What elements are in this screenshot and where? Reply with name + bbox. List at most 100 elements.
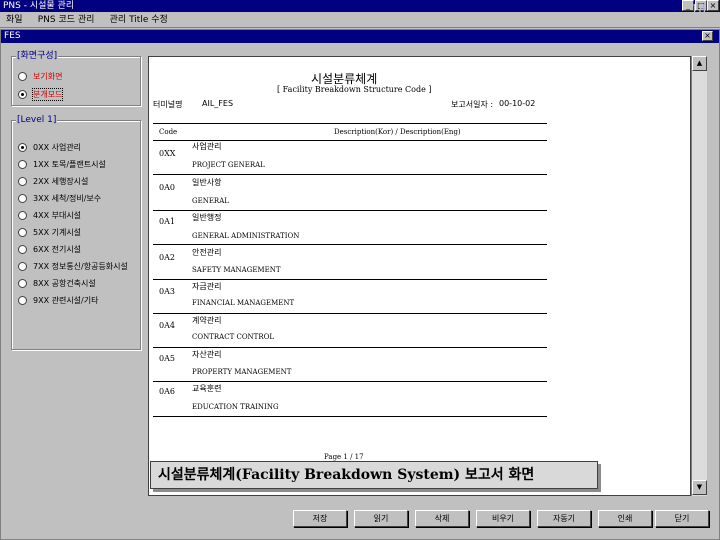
row-kor: 자산관리	[192, 350, 222, 359]
level-option[interactable]: 8XX 공항건축시설	[18, 276, 96, 290]
print-button[interactable]: 인쇄	[598, 510, 652, 527]
report-date-value: 00-10-02	[499, 99, 536, 108]
menu-file[interactable]: 화일	[0, 12, 29, 28]
radio-button[interactable]	[18, 261, 27, 271]
radio-view-mode[interactable]: 보기화면	[18, 69, 62, 83]
radio-label: 9XX 관련시설/기타	[33, 295, 99, 305]
app-title: PNS - 시설물 관리	[3, 1, 75, 11]
level-option[interactable]: 9XX 관련시설/기타	[18, 293, 98, 307]
radio-button[interactable]	[18, 142, 27, 152]
terminal-label: 터미널명	[153, 100, 183, 109]
screen-config-label: [화면구성]	[16, 50, 59, 62]
row-code: 0A4	[159, 321, 175, 330]
screen-config-group: [화면구성] 보기화면 분개모드	[11, 50, 141, 106]
level-option[interactable]: 1XX 토목/플랜트시설	[18, 157, 106, 171]
radio-button[interactable]	[18, 210, 27, 220]
terminal-value: AIL_FES	[202, 99, 234, 108]
radio-button[interactable]	[18, 295, 27, 305]
delete-button[interactable]: 삭제	[415, 510, 469, 527]
row-rule	[153, 174, 547, 175]
fes-close-button[interactable]: ×	[702, 31, 713, 41]
row-code: 0A1	[159, 217, 175, 226]
radio-label: 0XX 사업관리	[33, 142, 82, 152]
row-eng: FINANCIAL MANAGEMENT	[192, 299, 295, 307]
radio-button[interactable]	[18, 193, 27, 203]
radio-label: 5XX 기계시설	[33, 227, 82, 237]
row-code: 0A5	[159, 354, 175, 363]
row-kor: 교육훈련	[192, 384, 222, 393]
column-description: Description(Kor) / Description(Eng)	[334, 128, 461, 136]
fes-window-title: FES	[4, 31, 21, 41]
radio-button[interactable]	[18, 89, 27, 99]
report-date-label: 보고서일자 :	[451, 100, 494, 109]
page-indicator: Page 1 / 17	[324, 453, 364, 461]
screen-caption: 시설분류체계(Facility Breakdown System) 보고서 화면	[150, 461, 598, 489]
menu-code-manage[interactable]: PNS 코드 관리	[32, 12, 101, 28]
row-code: 0A3	[159, 287, 175, 296]
menu-title-edit[interactable]: 관리 Title 수정	[104, 12, 174, 28]
level-option[interactable]: 4XX 부대시설	[18, 208, 81, 222]
level-option[interactable]: 7XX 정보통신/항공등화시설	[18, 259, 128, 273]
column-code: Code	[159, 128, 178, 136]
row-kor: 일반행정	[192, 213, 222, 222]
row-rule	[153, 210, 547, 211]
row-code: 0A2	[159, 253, 175, 262]
row-eng: PROJECT GENERAL	[192, 161, 265, 169]
row-eng: EDUCATION TRAINING	[192, 403, 279, 411]
menu-bar: 화일 PNS 코드 관리 관리 Title 수정	[0, 12, 720, 28]
level-option[interactable]: 0XX 사업관리	[18, 140, 81, 154]
row-eng: SAFETY MANAGEMENT	[192, 266, 281, 274]
row-kor: 안전관리	[192, 248, 222, 257]
row-kor: 사업관리	[192, 142, 222, 151]
row-eng: GENERAL	[192, 197, 229, 205]
row-eng: GENERAL ADMINISTRATION	[192, 232, 300, 240]
row-rule	[153, 244, 547, 245]
level-option[interactable]: 2XX 세행장시설	[18, 174, 88, 188]
scroll-down-arrow-icon[interactable]: ▼	[692, 480, 707, 495]
row-code: 0A6	[159, 387, 175, 396]
radio-button[interactable]	[18, 278, 27, 288]
row-eng: PROPERTY MANAGEMENT	[192, 368, 292, 376]
radio-button[interactable]	[18, 176, 27, 186]
radio-label: 6XX 전기시설	[33, 244, 82, 254]
fes-window-titlebar: FES ×	[1, 30, 719, 43]
radio-label: 2XX 세행장시설	[33, 176, 89, 186]
radio-label: 8XX 공항건축시설	[33, 278, 96, 288]
close-window-button[interactable]: 닫기	[655, 510, 709, 527]
row-rule	[153, 313, 547, 314]
level-option[interactable]: 5XX 기계시설	[18, 225, 81, 239]
scroll-up-arrow-icon[interactable]: ▲	[692, 56, 707, 71]
row-kor: 자금관리	[192, 282, 222, 291]
row-rule	[153, 416, 547, 417]
level-group: [Level 1] 0XX 사업관리 1XX 토목/플랜트시설 2XX 세행장시…	[11, 114, 141, 350]
radio-label: 4XX 부대시설	[33, 210, 82, 220]
row-code: 0A0	[159, 183, 175, 192]
radio-edit-mode[interactable]: 분개모드	[18, 87, 64, 101]
radio-label: 보기화면	[33, 71, 63, 81]
row-rule	[153, 279, 547, 280]
auto-button[interactable]: 자동기	[537, 510, 591, 527]
report-subtitle: [ Facility Breakdown Structure Code ]	[277, 85, 432, 94]
row-kor: 계약관리	[192, 316, 222, 325]
radio-label: 7XX 정보통신/항공등화시설	[33, 261, 128, 271]
app-titlebar: PNS - 시설물 관리 _ □ ×	[0, 0, 720, 12]
radio-label: 분개모드	[31, 87, 64, 101]
radio-label: 3XX 세척/정비/보수	[33, 193, 102, 203]
report-preview[interactable]: 시설분류체계 [ Facility Breakdown Structure Co…	[148, 56, 691, 496]
radio-button[interactable]	[18, 71, 27, 81]
radio-label: 1XX 토목/플랜트시설	[33, 159, 106, 169]
level-option[interactable]: 3XX 세척/정비/보수	[18, 191, 101, 205]
level-group-label: [Level 1]	[16, 114, 58, 126]
vertical-scrollbar[interactable]: ▲ ▼	[691, 56, 707, 496]
save-button[interactable]: 저장	[293, 510, 347, 527]
clear-button[interactable]: 비우기	[476, 510, 530, 527]
level-option[interactable]: 6XX 전기시설	[18, 242, 81, 256]
close-button[interactable]: ×	[707, 0, 719, 11]
read-button[interactable]: 읽기	[354, 510, 408, 527]
row-eng: CONTRACT CONTROL	[192, 333, 275, 341]
row-kor: 일반사항	[192, 178, 222, 187]
radio-button[interactable]	[18, 227, 27, 237]
row-rule	[153, 347, 547, 348]
radio-button[interactable]	[18, 244, 27, 254]
radio-button[interactable]	[18, 159, 27, 169]
